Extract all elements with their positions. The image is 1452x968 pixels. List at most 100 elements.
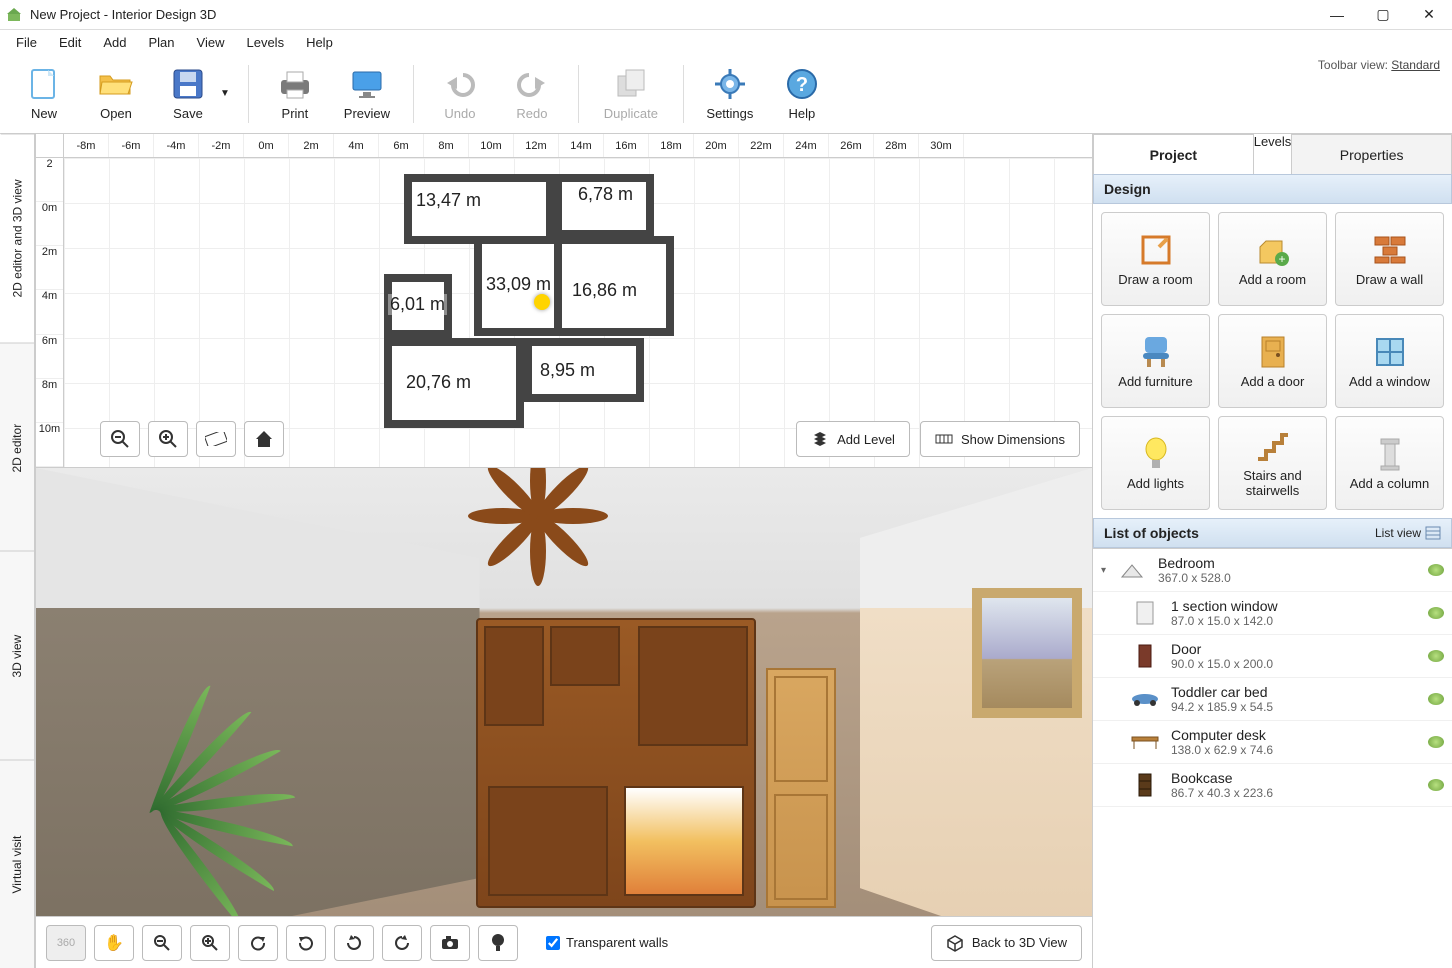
camera-position-icon[interactable] bbox=[534, 294, 550, 310]
zoom-in-button[interactable] bbox=[148, 421, 188, 457]
print-button[interactable]: Print bbox=[259, 66, 331, 121]
svg-text:?: ? bbox=[796, 74, 808, 96]
window-thumb-icon bbox=[1129, 600, 1161, 626]
stairs-button[interactable]: Stairs and stairwells bbox=[1218, 416, 1327, 510]
add-window-button[interactable]: Add a window bbox=[1335, 314, 1444, 408]
plan-controls bbox=[100, 421, 284, 457]
visibility-icon[interactable] bbox=[1428, 607, 1444, 619]
room-area-6: 20,76 m bbox=[404, 372, 473, 393]
menu-edit[interactable]: Edit bbox=[49, 33, 91, 52]
duplicate-button[interactable]: Duplicate bbox=[589, 66, 673, 121]
plan-right-buttons: Add Level Show Dimensions bbox=[796, 421, 1080, 457]
horizontal-ruler: -8m-6m-4m-2m0m2m4m6m8m10m12m14m16m18m20m… bbox=[36, 134, 1092, 158]
object-item-window[interactable]: 1 section window87.0 x 15.0 x 142.0 bbox=[1093, 592, 1452, 635]
object-item-toddler-bed[interactable]: Toddler car bed94.2 x 185.9 x 54.5 bbox=[1093, 678, 1452, 721]
vertical-ruler: 20m2m4m6m8m10m bbox=[36, 158, 64, 467]
add-column-button[interactable]: Add a column bbox=[1335, 416, 1444, 510]
vtab-3d[interactable]: 3D view bbox=[0, 551, 35, 760]
draw-room-button[interactable]: Draw a room bbox=[1101, 212, 1210, 306]
visibility-icon[interactable] bbox=[1428, 693, 1444, 705]
gear-icon bbox=[712, 66, 748, 102]
preview-button[interactable]: Preview bbox=[331, 66, 403, 121]
list-view-icon[interactable] bbox=[1425, 526, 1441, 540]
add-furniture-button[interactable]: Add furniture bbox=[1101, 314, 1210, 408]
add-room-button[interactable]: +Add a room bbox=[1218, 212, 1327, 306]
view-3d[interactable]: 360 ✋ Transparent walls Back to 3D View bbox=[36, 468, 1092, 968]
draw-wall-button[interactable]: Draw a wall bbox=[1335, 212, 1444, 306]
minimize-button[interactable]: — bbox=[1314, 0, 1360, 30]
column-icon bbox=[1372, 436, 1408, 472]
add-level-button[interactable]: Add Level bbox=[796, 421, 910, 457]
zoom-out-3d-button[interactable] bbox=[142, 925, 182, 961]
settings-button[interactable]: Settings bbox=[694, 66, 766, 121]
pan-button[interactable]: ✋ bbox=[94, 925, 134, 961]
tab-levels[interactable]: Levels bbox=[1254, 134, 1292, 174]
printer-icon bbox=[277, 66, 313, 102]
brick-wall-icon bbox=[1372, 232, 1408, 268]
back-to-3d-button[interactable]: Back to 3D View bbox=[931, 925, 1082, 961]
transparent-walls-checkbox[interactable]: Transparent walls bbox=[546, 935, 668, 950]
toolbar-view-link[interactable]: Standard bbox=[1391, 58, 1440, 72]
undo-icon bbox=[442, 66, 478, 102]
menu-file[interactable]: File bbox=[6, 33, 47, 52]
back-to-3d-label: Back to 3D View bbox=[972, 935, 1067, 950]
lighting-button[interactable] bbox=[478, 925, 518, 961]
tab-project[interactable]: Project bbox=[1093, 134, 1254, 174]
open-button[interactable]: Open bbox=[80, 66, 152, 121]
maximize-button[interactable]: ▢ bbox=[1360, 0, 1406, 30]
view-360-button[interactable]: 360 bbox=[46, 925, 86, 961]
list-view-link[interactable]: List view bbox=[1375, 526, 1421, 540]
close-button[interactable]: ✕ bbox=[1406, 0, 1452, 30]
visibility-icon[interactable] bbox=[1428, 650, 1444, 662]
save-dropdown-arrow[interactable]: ▼ bbox=[220, 88, 230, 99]
window-controls: — ▢ ✕ bbox=[1314, 0, 1452, 30]
visibility-icon[interactable] bbox=[1428, 564, 1444, 576]
h-ruler-ticks: -8m-6m-4m-2m0m2m4m6m8m10m12m14m16m18m20m… bbox=[64, 134, 1092, 157]
add-lights-button[interactable]: Add lights bbox=[1101, 416, 1210, 510]
help-button[interactable]: ? Help bbox=[766, 66, 838, 121]
design-header-label: Design bbox=[1104, 181, 1151, 197]
menu-help[interactable]: Help bbox=[296, 33, 343, 52]
visibility-icon[interactable] bbox=[1428, 736, 1444, 748]
transparent-walls-input[interactable] bbox=[546, 936, 560, 950]
camera-button[interactable] bbox=[430, 925, 470, 961]
zoom-in-3d-button[interactable] bbox=[190, 925, 230, 961]
rotate-right-button[interactable] bbox=[286, 925, 326, 961]
measure-button[interactable] bbox=[196, 421, 236, 457]
new-button[interactable]: New bbox=[8, 66, 80, 121]
vtab-virtual-visit[interactable]: Virtual visit bbox=[0, 760, 35, 968]
plan-canvas[interactable]: 13,47 m 6,78 m 33,09 m 6,01 m 16,86 m 20… bbox=[64, 158, 1092, 467]
open-label: Open bbox=[100, 106, 132, 121]
add-level-label: Add Level bbox=[837, 432, 895, 447]
duplicate-icon bbox=[613, 66, 649, 102]
tab-properties[interactable]: Properties bbox=[1291, 134, 1452, 174]
menu-view[interactable]: View bbox=[187, 33, 235, 52]
room-area-3: 33,09 m bbox=[484, 274, 553, 295]
print-label: Print bbox=[282, 106, 309, 121]
redo-button[interactable]: Redo bbox=[496, 66, 568, 121]
undo-button[interactable]: Undo bbox=[424, 66, 496, 121]
object-item-desk[interactable]: Computer desk138.0 x 62.9 x 74.6 bbox=[1093, 721, 1452, 764]
vtab-2d[interactable]: 2D editor bbox=[0, 343, 35, 552]
door-3d bbox=[766, 668, 836, 908]
expand-icon[interactable]: ▾ bbox=[1101, 565, 1106, 576]
rotate-cw-button[interactable] bbox=[334, 925, 374, 961]
object-item-bedroom[interactable]: ▾ Bedroom367.0 x 528.0 bbox=[1093, 549, 1452, 592]
add-door-button[interactable]: Add a door bbox=[1218, 314, 1327, 408]
rotate-left-button[interactable] bbox=[238, 925, 278, 961]
rotate-ccw-button[interactable] bbox=[382, 925, 422, 961]
menu-add[interactable]: Add bbox=[93, 33, 136, 52]
menu-plan[interactable]: Plan bbox=[139, 33, 185, 52]
object-item-door[interactable]: Door90.0 x 15.0 x 200.0 bbox=[1093, 635, 1452, 678]
home-button[interactable] bbox=[244, 421, 284, 457]
car-thumb-icon bbox=[1129, 686, 1161, 712]
room-area-1: 13,47 m bbox=[414, 190, 483, 211]
visibility-icon[interactable] bbox=[1428, 779, 1444, 791]
menu-levels[interactable]: Levels bbox=[236, 33, 294, 52]
object-item-bookcase[interactable]: Bookcase86.7 x 40.3 x 223.6 bbox=[1093, 764, 1452, 807]
save-button[interactable]: Save bbox=[152, 66, 224, 121]
zoom-out-button[interactable] bbox=[100, 421, 140, 457]
vtab-2d-3d[interactable]: 2D editor and 3D view bbox=[0, 134, 35, 343]
object-list[interactable]: ▾ Bedroom367.0 x 528.0 1 section window8… bbox=[1093, 548, 1452, 968]
show-dimensions-button[interactable]: Show Dimensions bbox=[920, 421, 1080, 457]
